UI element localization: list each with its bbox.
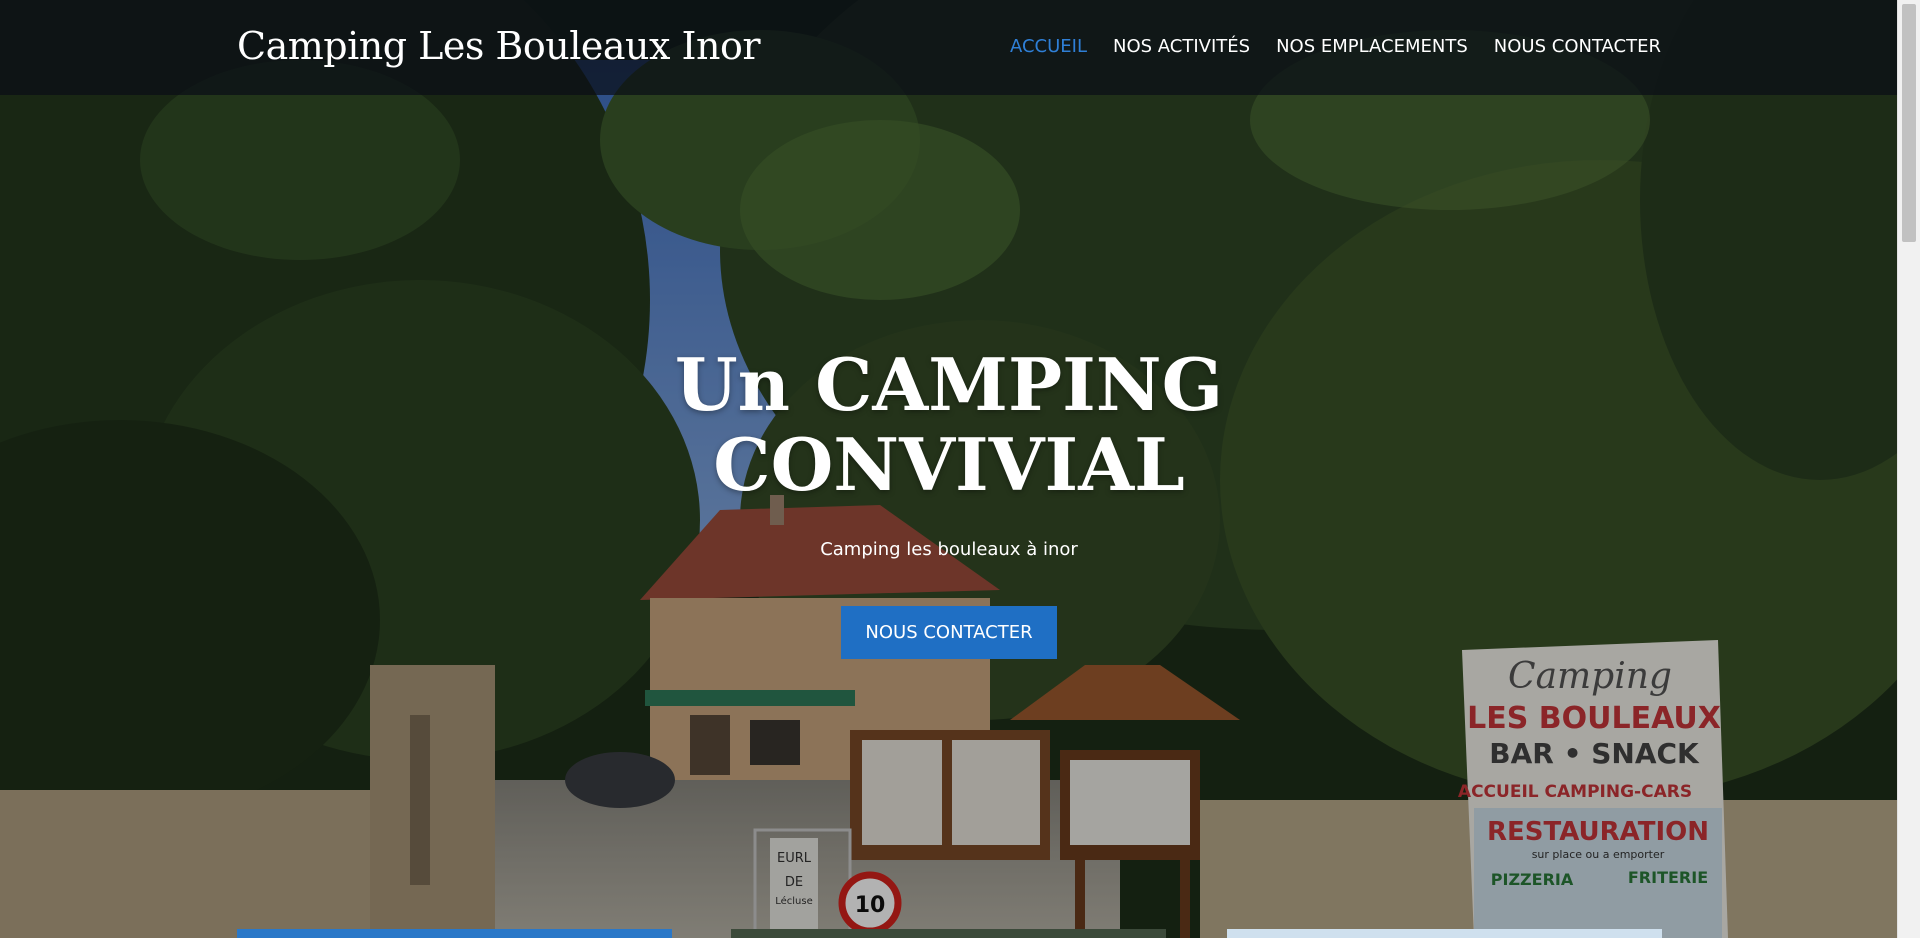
feature-card-1[interactable] — [237, 929, 672, 938]
main-nav: ACCUEIL NOS ACTIVITÉS NOS EMPLACEMENTS N… — [1010, 36, 1661, 57]
nav-item-accueil[interactable]: ACCUEIL — [1010, 36, 1087, 57]
page: 10 EURL DE Lécluse Camping LES BOULEAUX … — [0, 0, 1920, 938]
nav-item-nos-activites[interactable]: NOS ACTIVITÉS — [1113, 36, 1250, 57]
page-scrollbar[interactable] — [1897, 0, 1920, 938]
site-header: Camping Les Bouleaux Inor ACCUEIL NOS AC… — [0, 0, 1898, 95]
contact-cta-button[interactable]: NOUS CONTACTER — [841, 606, 1057, 659]
hero-heading: Un CAMPING CONVIVIAL — [674, 342, 1224, 507]
nav-item-nous-contacter[interactable]: NOUS CONTACTER — [1494, 36, 1661, 57]
nav-item-nos-emplacements[interactable]: NOS EMPLACEMENTS — [1276, 36, 1468, 57]
hero-content: Un CAMPING CONVIVIAL Camping les bouleau… — [0, 345, 1898, 659]
hero-subtitle: Camping les bouleaux à inor — [820, 539, 1078, 560]
scrollbar-thumb[interactable] — [1902, 4, 1916, 242]
site-title[interactable]: Camping Les Bouleaux Inor — [237, 24, 761, 68]
feature-card-3[interactable] — [1227, 929, 1662, 938]
feature-card-2[interactable] — [731, 929, 1166, 938]
